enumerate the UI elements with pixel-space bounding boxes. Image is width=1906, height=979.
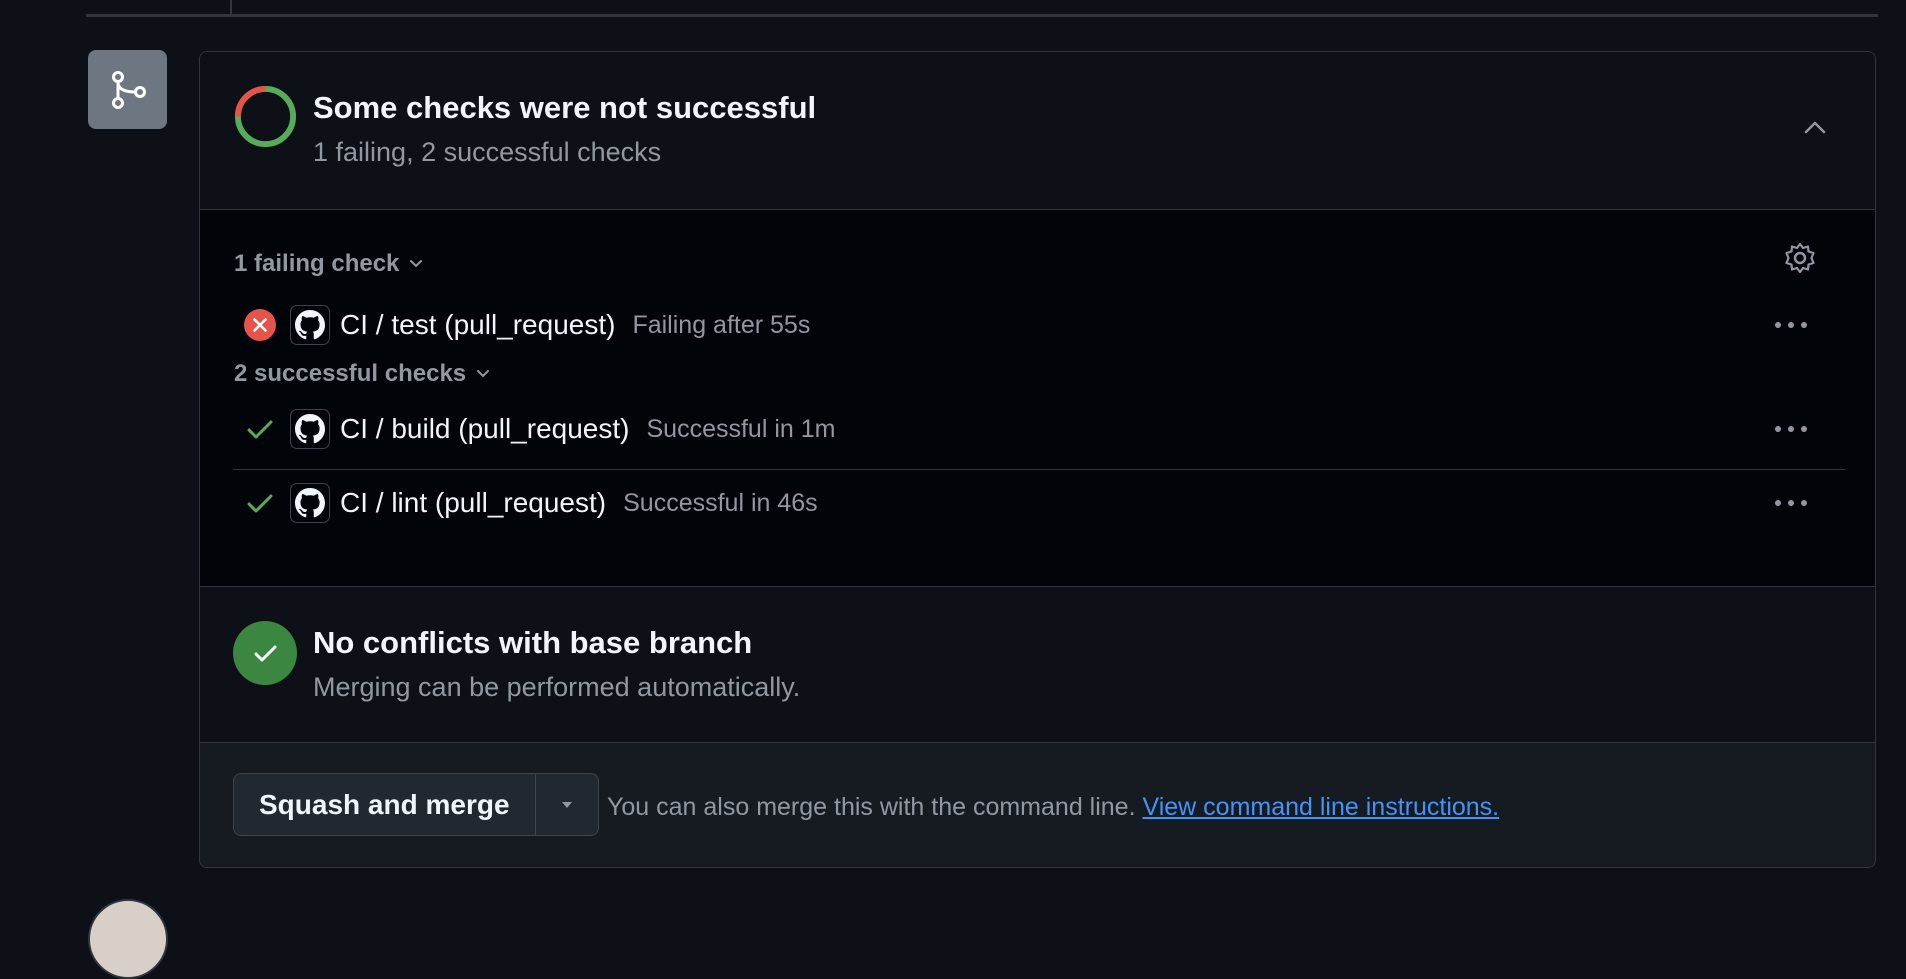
check-status: Failing after 55s — [632, 310, 811, 339]
checks-list: 1 failing check CI / test (pull_request)… — [200, 210, 1875, 587]
check-name[interactable]: CI / lint (pull_request) — [340, 487, 606, 519]
gear-icon[interactable] — [1783, 241, 1817, 275]
chevron-down-icon — [410, 260, 423, 268]
merge-status-panel: Some checks were not successful 1 failin… — [199, 51, 1876, 868]
github-icon — [290, 483, 330, 523]
merge-options-dropdown[interactable] — [534, 774, 598, 835]
status-ring-icon — [234, 85, 297, 148]
git-merge-badge — [88, 50, 167, 129]
command-line-instructions-link[interactable]: View command line instructions. — [1142, 793, 1499, 821]
checks-subtitle: 1 failing, 2 successful checks — [313, 137, 662, 167]
check-circle-icon — [233, 621, 297, 685]
check-icon — [243, 486, 277, 520]
chevron-down-icon — [477, 370, 490, 378]
failing-group-label: 1 failing check — [234, 250, 400, 277]
timeline-divider — [230, 0, 232, 14]
triangle-down-icon — [561, 801, 572, 808]
git-merge-icon — [111, 70, 146, 109]
merge-hint-text: You can also merge this with the command… — [607, 793, 1136, 821]
squash-and-merge-button[interactable]: Squash and merge — [234, 774, 535, 835]
check-row-lint[interactable]: CI / lint (pull_request) Successful in 4… — [233, 469, 1846, 536]
kebab-icon[interactable] — [1771, 486, 1811, 520]
check-name[interactable]: CI / build (pull_request) — [340, 413, 629, 445]
check-status: Successful in 46s — [623, 488, 818, 517]
avatar[interactable] — [88, 899, 168, 979]
successful-group-label: 2 successful checks — [234, 360, 467, 387]
checks-summary-header: Some checks were not successful 1 failin… — [200, 52, 1875, 210]
x-circle-icon — [243, 308, 277, 342]
merge-section: Squash and merge You can also merge this… — [200, 743, 1875, 867]
check-row-build[interactable]: CI / build (pull_request) Successful in … — [233, 396, 1846, 462]
github-icon — [290, 409, 330, 449]
conflicts-section: No conflicts with base branch Merging ca… — [200, 587, 1875, 743]
failing-group-toggle[interactable]: 1 failing check — [234, 250, 425, 278]
check-status: Successful in 1m — [646, 414, 836, 443]
kebab-icon[interactable] — [1771, 412, 1811, 446]
conflicts-title: No conflicts with base branch — [313, 625, 753, 660]
chevron-up-icon[interactable] — [1799, 112, 1831, 144]
merge-hint: You can also merge this with the command… — [607, 793, 1499, 822]
kebab-icon[interactable] — [1771, 308, 1811, 342]
merge-button-group: Squash and merge — [233, 773, 599, 836]
check-name[interactable]: CI / test (pull_request) — [340, 309, 615, 341]
timeline-top-border — [86, 0, 1878, 17]
conflicts-subtitle: Merging can be performed automatically. — [313, 672, 801, 702]
successful-group-toggle[interactable]: 2 successful checks — [234, 360, 492, 388]
check-row-failing[interactable]: CI / test (pull_request) Failing after 5… — [233, 292, 1846, 358]
github-icon — [290, 305, 330, 345]
check-icon — [243, 412, 277, 446]
checks-title: Some checks were not successful — [313, 90, 817, 125]
